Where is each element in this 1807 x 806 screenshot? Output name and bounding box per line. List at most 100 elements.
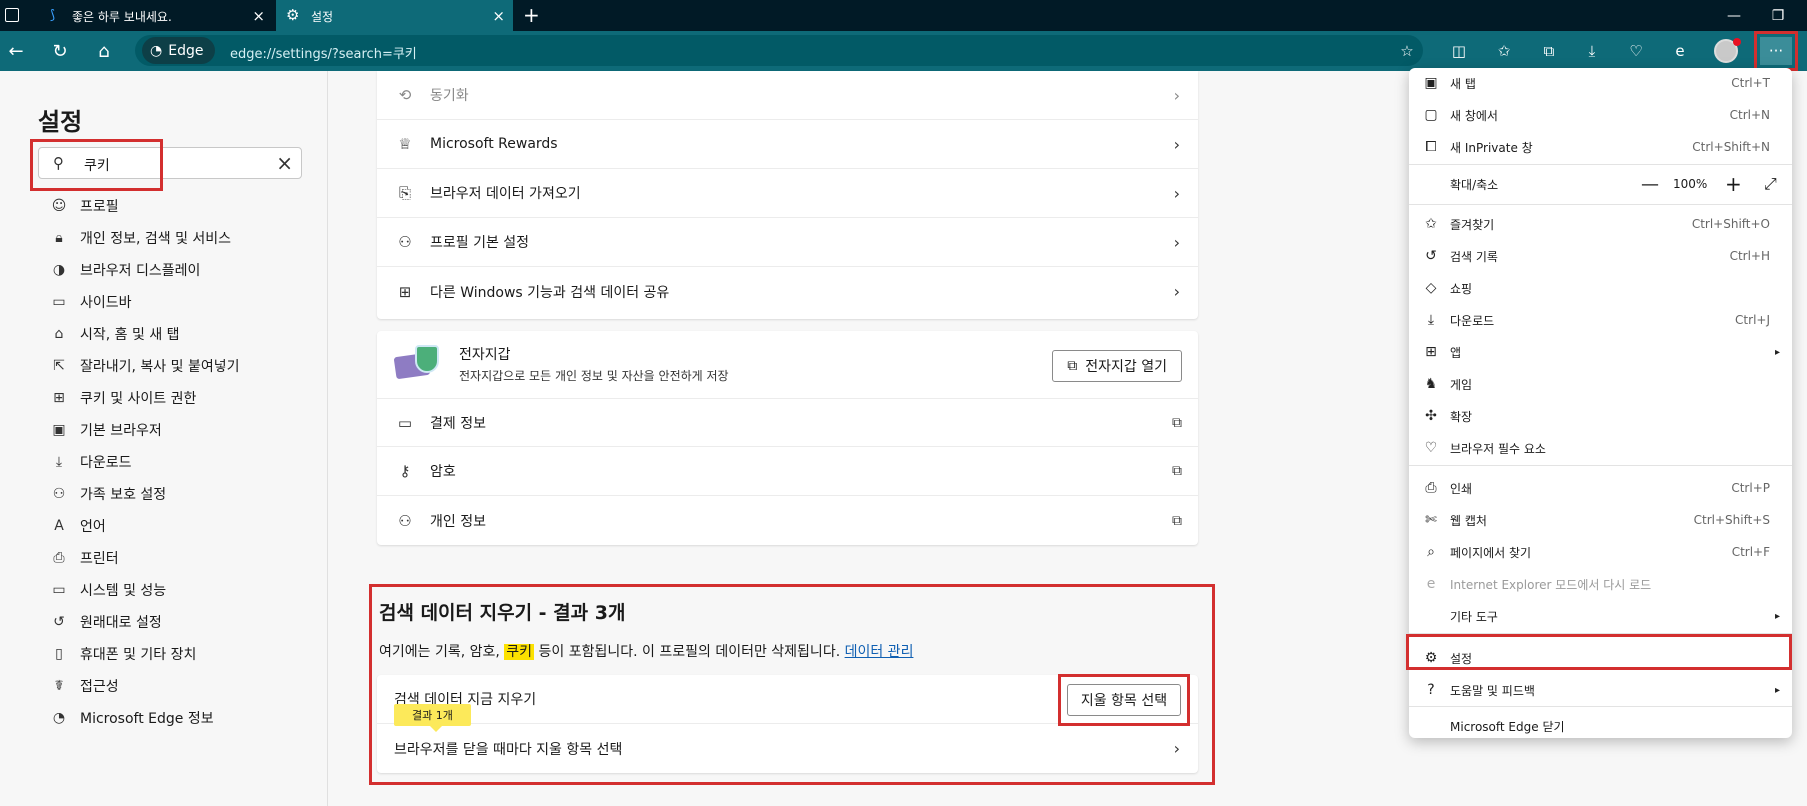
key-icon: ⚷ <box>399 462 411 480</box>
laptop-icon: ▭ <box>52 582 66 598</box>
menu-item-label: 도움말 및 피드백 <box>1450 683 1535 698</box>
sidebar-item[interactable]: ↺ 원래대로 설정 <box>50 609 162 635</box>
sidebar-item[interactable]: ⊞ 쿠키 및 사이트 권한 <box>50 385 196 411</box>
menu-item[interactable]: ⊞ 앱 ▸ <box>1409 337 1792 367</box>
phone-icon: ▯ <box>55 646 63 662</box>
menu-item[interactable]: ⧠ 새 InPrivate 창 Ctrl+Shift+N <box>1409 132 1792 162</box>
tab-actions-icon[interactable] <box>5 8 19 22</box>
menu-item-label: 인쇄 <box>1450 481 1473 496</box>
menu-item[interactable]: ♡ 브라우저 필수 요소 <box>1409 433 1792 463</box>
sidebar-icon: ▭ <box>52 294 66 310</box>
url-text[interactable]: edge://settings/?search=쿠키 <box>230 43 417 62</box>
ie-mode-icon[interactable]: e <box>1668 40 1692 62</box>
ie-icon: e <box>1426 576 1436 592</box>
browser-essentials-icon[interactable]: ♡ <box>1624 40 1648 62</box>
wallet-card: 전자지갑 전자지갑으로 모든 개인 정보 및 자산을 안전하게 저장 ⧉ 전자지… <box>377 331 1198 545</box>
sidebar-item[interactable]: ▯ 휴대폰 및 기타 장치 <box>50 641 196 667</box>
tab-inactive[interactable]: ⟆ 좋은 하루 보내세요. × <box>36 0 273 31</box>
wallet-title: 전자지갑 <box>459 347 511 363</box>
download-icon[interactable]: ⤓ <box>1580 40 1604 62</box>
home-button[interactable]: ⌂ <box>90 37 118 65</box>
row-windows-share[interactable]: ⊞ 다른 Windows 기능과 검색 데이터 공유 › <box>377 267 1198 316</box>
tab-close-icon[interactable]: × <box>492 7 505 25</box>
favorites-icon[interactable]: ✩ <box>1492 40 1516 62</box>
tab-close-icon[interactable]: × <box>252 7 265 25</box>
sidebar-item[interactable]: ▭ 시스템 및 성능 <box>50 577 166 603</box>
sidebar-item[interactable]: ⤓ 다운로드 <box>50 449 132 475</box>
menu-separator <box>1409 706 1792 707</box>
sidebar-item-label: 프린터 <box>80 551 119 567</box>
row-label: 브라우저 데이터 가져오기 <box>430 186 581 202</box>
sidebar-item-label: 기본 브라우저 <box>80 423 162 439</box>
sidebar-item-label: 시스템 및 성능 <box>80 583 167 599</box>
menu-item[interactable]: ▣ 새 탭 Ctrl+T <box>1409 68 1792 98</box>
sidebar-item[interactable]: ◑ 브라우저 디스플레이 <box>50 257 200 283</box>
menu-item[interactable]: ⎙ 인쇄 Ctrl+P <box>1409 473 1792 503</box>
menu-item[interactable]: e Internet Explorer 모드에서 다시 로드 <box>1409 569 1792 599</box>
card-icon: ▭ <box>397 413 413 432</box>
history-icon: ↺ <box>1425 248 1437 264</box>
sidebar-item[interactable]: ⇱ 잘라내기, 복사 및 붙여넣기 <box>50 353 239 379</box>
menu-item[interactable]: ✣ 확장 <box>1409 401 1792 431</box>
menu-item[interactable]: ♞ 게임 <box>1409 369 1792 399</box>
menu-item-label: 새 탭 <box>1450 76 1476 91</box>
accessibility-icon: ☤ <box>54 678 64 694</box>
menu-item[interactable]: ✩ 즐겨찾기 Ctrl+Shift+O <box>1409 209 1792 239</box>
menu-item-shortcut: Ctrl+N <box>1729 108 1770 122</box>
import-icon: ⎘ <box>398 184 411 202</box>
menu-item-shortcut: Ctrl+J <box>1735 313 1770 327</box>
zoom-in-button[interactable]: + <box>1725 169 1742 199</box>
edge-badge[interactable]: ◔ Edge <box>142 37 216 64</box>
menu-item[interactable]: ◇ 쇼핑 <box>1409 273 1792 303</box>
lock-icon: 🔒︎ <box>55 230 63 246</box>
menu-item[interactable]: ? 도움말 및 피드백 ▸ <box>1409 675 1792 705</box>
menu-item[interactable]: ▢ 새 창에서 Ctrl+N <box>1409 100 1792 130</box>
favorite-star-icon[interactable]: ☆ <box>1395 40 1419 62</box>
sidebar-item[interactable]: ⎙ 프린터 <box>50 545 119 571</box>
sidebar-item[interactable]: ▣ 기본 브라우저 <box>50 417 162 443</box>
zoom-out-button[interactable]: — <box>1641 169 1659 199</box>
menu-item-label: 새 InPrivate 창 <box>1450 140 1533 155</box>
open-wallet-button[interactable]: ⧉ 전자지갑 열기 <box>1052 350 1182 382</box>
tab-active[interactable]: ⚙ 설정 × <box>276 0 513 31</box>
collections-icon[interactable]: ⧉ <box>1537 40 1561 62</box>
refresh-button[interactable]: ↻ <box>46 37 74 65</box>
menu-item[interactable]: ✄ 웹 캡처 Ctrl+Shift+S <box>1409 505 1792 535</box>
row-payment[interactable]: ▭ 결제 정보 ⧉ <box>377 398 1198 447</box>
menu-item[interactable]: ⤓ 다운로드 Ctrl+J <box>1409 305 1792 335</box>
menu-item[interactable]: 기타 도구 ▸ <box>1409 601 1792 631</box>
row-sync[interactable]: ⟲ 동기화 › <box>377 71 1198 120</box>
edge-icon: ◔ <box>150 42 163 59</box>
sidebar-item[interactable]: ◔ Microsoft Edge 정보 <box>50 705 214 731</box>
menu-item-shortcut: Ctrl+T <box>1731 76 1770 90</box>
sidebar-item[interactable]: ☺ 프로필 <box>50 193 119 219</box>
split-screen-icon[interactable]: ◫ <box>1447 40 1471 62</box>
back-button[interactable]: ← <box>2 37 30 65</box>
sync-icon: ⟲ <box>398 86 412 104</box>
restore-button[interactable]: ❐ <box>1758 0 1798 31</box>
menu-item-shortcut: Ctrl+Shift+N <box>1692 140 1770 154</box>
row-rewards[interactable]: ♕ Microsoft Rewards › <box>377 120 1198 169</box>
row-personal-info[interactable]: ⚇ 개인 정보 ⧉ <box>377 496 1198 545</box>
row-import[interactable]: ⎘ 브라우저 데이터 가져오기 › <box>377 169 1198 218</box>
row-passwords[interactable]: ⚷ 암호 ⧉ <box>377 447 1198 496</box>
menu-item[interactable]: ↺ 검색 기록 Ctrl+H <box>1409 241 1792 271</box>
menu-item[interactable]: 확대/축소 — 100% + ⤢ <box>1409 169 1792 199</box>
sidebar-item[interactable]: A 언어 <box>50 513 106 539</box>
sidebar-item[interactable]: ☤ 접근성 <box>50 673 118 699</box>
clear-search-icon[interactable]: × <box>276 151 293 175</box>
row-profile-settings[interactable]: ⚇ 프로필 기본 설정 › <box>377 218 1198 267</box>
menu-item-label: 새 창에서 <box>1450 108 1498 123</box>
external-link-icon: ⧉ <box>1172 414 1182 431</box>
sidebar-item[interactable]: ▭ 사이드바 <box>50 289 131 315</box>
menu-item-label: 웹 캡처 <box>1450 513 1487 528</box>
sidebar-item[interactable]: ⚇ 가족 보호 설정 <box>50 481 166 507</box>
fullscreen-icon[interactable]: ⤢ <box>1764 169 1777 199</box>
sidebar-item[interactable]: ⌂ 시작, 홈 및 새 탭 <box>50 321 180 347</box>
minimize-button[interactable]: — <box>1714 0 1754 31</box>
menu-item[interactable]: Microsoft Edge 닫기 <box>1409 711 1792 741</box>
row-label: 암호 <box>430 464 456 480</box>
sidebar-item[interactable]: 🔒︎ 개인 정보, 검색 및 서비스 <box>50 225 231 251</box>
new-tab-button[interactable]: + <box>523 3 540 27</box>
menu-item[interactable]: ⌕ 페이지에서 찾기 Ctrl+F <box>1409 537 1792 567</box>
